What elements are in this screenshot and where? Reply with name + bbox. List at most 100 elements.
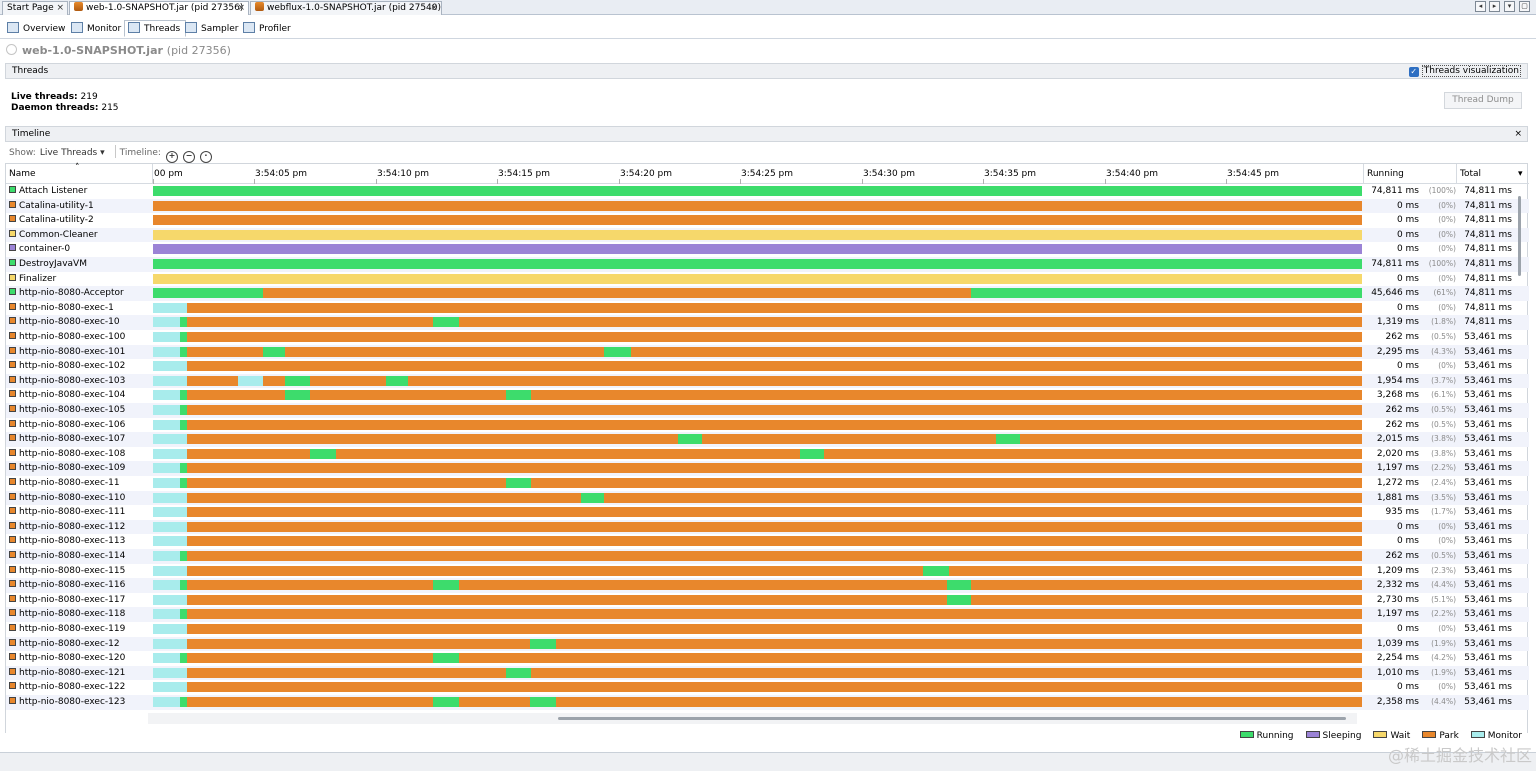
thread-row[interactable]: http-nio-8080-exec-114 262 ms (0.5%) 53,461… xyxy=(6,549,1529,564)
thread-row[interactable]: http-nio-8080-exec-105 262 ms (0.5%) 53,461… xyxy=(6,403,1529,418)
thread-row[interactable]: http-nio-8080-exec-117 2,730 ms (5.1%) 53,4… xyxy=(6,593,1529,608)
thread-row[interactable]: http-nio-8080-exec-115 1,209 ms (2.3%) 53,4… xyxy=(6,564,1529,579)
tab-overview[interactable]: Overview xyxy=(4,21,70,38)
thread-row[interactable]: http-nio-8080-exec-10 1,319 ms (1.8%) 74,81… xyxy=(6,315,1529,330)
column-header-total[interactable]: Total xyxy=(1460,164,1481,184)
total-time: 53,461 ms xyxy=(1464,682,1512,693)
thread-state-swatch xyxy=(9,346,16,354)
tab-threads[interactable]: Threads xyxy=(124,20,187,37)
legend-label: Wait xyxy=(1390,731,1411,741)
thread-row[interactable]: http-nio-8080-exec-121 1,010 ms (1.9%) 53,4… xyxy=(6,665,1529,681)
thread-row[interactable]: http-nio-8080-exec-12 1,039 ms (1.9%) 53,46… xyxy=(6,636,1529,652)
thread-name-cell: http-nio-8080-exec-118 xyxy=(9,607,125,622)
thread-row[interactable]: http-nio-8080-exec-120 2,254 ms (4.2%) 53,4… xyxy=(6,651,1529,666)
scroll-right-icon[interactable]: ▸ xyxy=(1489,1,1500,12)
total-time: 74,811 ms xyxy=(1464,288,1512,299)
application-title: web-1.0-SNAPSHOT.jar (pid 27356) xyxy=(6,44,231,57)
time-tick-label: 00 pm xyxy=(154,169,183,179)
state-segment-park xyxy=(971,594,1362,605)
thread-row[interactable]: http-nio-8080-exec-116 2,332 ms (4.4%) 53,4… xyxy=(6,578,1529,593)
thread-row[interactable]: Attach Listener 74,811 ms (100%) 74,811 ms xyxy=(6,184,1529,199)
running-time: 1,010 ms xyxy=(1376,667,1419,678)
tab-sampler[interactable]: Sampler xyxy=(182,21,243,38)
thread-name: container-0 xyxy=(19,244,71,255)
thread-row[interactable]: http-nio-8080-exec-108 2,020 ms (3.8%) 53,4… xyxy=(6,447,1529,462)
thread-row[interactable]: http-nio-8080-Acceptor 45,646 ms (61%) 74,8… xyxy=(6,286,1529,301)
thread-row[interactable]: http-nio-8080-exec-111 935 ms (1.7%) 53,461… xyxy=(6,505,1529,520)
column-menu-icon[interactable]: ▾ xyxy=(1518,164,1523,184)
window-list-icon[interactable]: ▾ xyxy=(1504,1,1515,12)
scrollbar-thumb[interactable] xyxy=(1518,196,1521,276)
thread-row[interactable]: http-nio-8080-exec-109 1,197 ms (2.2%) 53,4… xyxy=(6,461,1529,476)
zoom-in-icon[interactable]: + xyxy=(165,151,178,163)
thread-name: http-nio-8080-exec-112 xyxy=(19,521,126,532)
checkbox-checked-icon[interactable]: ✓ xyxy=(1408,67,1419,77)
close-tab-icon[interactable]: × xyxy=(237,2,245,15)
thread-row[interactable]: container-0 0 ms (0%) 74,811 ms xyxy=(6,242,1529,257)
thread-row[interactable]: Catalina-utility-1 0 ms (0%) 74,811 ms xyxy=(6,198,1529,214)
zoom-fit-icon[interactable]: · xyxy=(199,151,212,163)
close-tab-icon[interactable]: × xyxy=(430,2,438,15)
scroll-left-icon[interactable]: ◂ xyxy=(1475,1,1486,12)
thread-name: http-nio-8080-exec-119 xyxy=(19,624,126,634)
legend-swatch xyxy=(1305,731,1320,738)
thread-row[interactable]: http-nio-8080-exec-123 2,358 ms (4.4%) 53,4… xyxy=(6,695,1529,710)
state-segment-park xyxy=(335,448,800,459)
thread-row[interactable]: http-nio-8080-exec-113 0 ms (0%) 53,461 ms xyxy=(6,534,1529,549)
running-percent: (0%) xyxy=(1438,302,1456,312)
monitor-icon xyxy=(71,22,83,33)
thread-row[interactable]: http-nio-8080-exec-11 1,272 ms (2.4%) 53,46… xyxy=(6,476,1529,491)
thread-name-cell: http-nio-8080-exec-10 xyxy=(9,315,120,330)
thread-row[interactable]: http-nio-8080-exec-106 262 ms (0.5%) 53,461… xyxy=(6,418,1529,433)
show-threads-select[interactable]: Live Threads ▾ xyxy=(40,148,105,158)
column-header-name[interactable]: Name xyxy=(9,164,36,184)
close-tab-icon[interactable]: × xyxy=(56,2,64,15)
thread-name: http-nio-8080-exec-1 xyxy=(19,302,114,313)
running-time: 0 ms xyxy=(1396,229,1419,240)
thread-row[interactable]: http-nio-8080-exec-103 1,954 ms (3.7%) 53,4… xyxy=(6,373,1529,389)
thread-row[interactable]: Common-Cleaner 0 ms (0%) 74,811 ms xyxy=(6,227,1529,243)
thread-row[interactable]: http-nio-8080-exec-1 0 ms (0%) 74,811 ms xyxy=(6,301,1529,316)
running-time: 1,954 ms xyxy=(1376,375,1419,386)
total-time: 53,461 ms xyxy=(1464,448,1512,459)
maximize-icon[interactable]: ▢ xyxy=(1519,1,1530,12)
thread-row[interactable]: http-nio-8080-exec-107 2,015 ms (3.8%) 53,4… xyxy=(6,432,1529,447)
scrollbar-thumb[interactable] xyxy=(558,717,1346,720)
tab-profiler[interactable]: Profiler xyxy=(240,21,296,38)
thread-row[interactable]: http-nio-8080-exec-104 3,268 ms (6.1%) 53,4… xyxy=(6,388,1529,403)
thread-name: http-nio-8080-exec-114 xyxy=(19,551,126,561)
document-tab[interactable]: web-1.0-SNAPSHOT.jar (pid 27356) × xyxy=(69,1,249,15)
thread-state-swatch xyxy=(9,419,16,427)
timeline-horizontal-scrollbar[interactable] xyxy=(148,713,1357,724)
state-segment-park xyxy=(186,682,1362,693)
document-tab[interactable]: webflux-1.0-SNAPSHOT.jar (pid 27540) × xyxy=(250,1,442,15)
thread-state-swatch xyxy=(9,492,16,500)
thread-name-cell: http-nio-8080-exec-123 xyxy=(9,695,125,710)
thread-state-swatch xyxy=(9,273,16,281)
thread-row[interactable]: Catalina-utility-2 0 ms (0%) 74,811 ms xyxy=(6,213,1529,228)
threads-visualization-label[interactable]: Threads visualization xyxy=(1421,65,1521,77)
threads-visualization-checkbox[interactable]: ✓ Threads visualization xyxy=(1408,65,1521,77)
thread-dump-button[interactable]: Thread Dump xyxy=(1444,92,1522,109)
thread-row[interactable]: http-nio-8080-exec-100 262 ms (0.5%) 53,461… xyxy=(6,330,1529,345)
thread-row[interactable]: http-nio-8080-exec-119 0 ms (0%) 53,461 ms xyxy=(6,622,1529,637)
column-header-running[interactable]: Running xyxy=(1367,164,1404,184)
table-vertical-scrollbar[interactable] xyxy=(1516,184,1523,710)
running-time: 1,197 ms xyxy=(1376,463,1419,474)
thread-row[interactable]: http-nio-8080-exec-110 1,881 ms (3.5%) 53,4… xyxy=(6,490,1529,506)
zoom-out-icon[interactable]: − xyxy=(182,151,195,163)
thread-row[interactable]: http-nio-8080-exec-122 0 ms (0%) 53,461 ms xyxy=(6,680,1529,695)
thread-row[interactable]: http-nio-8080-exec-112 0 ms (0%) 53,461 ms xyxy=(6,519,1529,535)
thread-row[interactable]: http-nio-8080-exec-102 0 ms (0%) 53,461 ms xyxy=(6,359,1529,374)
tab-monitor[interactable]: Monitor xyxy=(68,21,126,38)
state-segment-park xyxy=(531,478,1362,488)
thread-row[interactable]: http-nio-8080-exec-101 2,295 ms (4.3%) 53,4… xyxy=(6,344,1529,360)
thread-row[interactable]: Finalizer 0 ms (0%) 74,811 ms xyxy=(6,272,1529,287)
thread-name: Catalina-utility-1 xyxy=(19,200,94,211)
document-tab[interactable]: Start Page × xyxy=(2,1,68,15)
running-percent: (0%) xyxy=(1438,682,1456,692)
state-segment-park xyxy=(186,624,1362,634)
thread-row[interactable]: http-nio-8080-exec-118 1,197 ms (2.2%) 53,4… xyxy=(6,607,1529,622)
thread-row[interactable]: DestroyJavaVM 74,811 ms (100%) 74,811 ms xyxy=(6,257,1529,272)
timeline-close-icon[interactable]: × xyxy=(1514,127,1522,141)
